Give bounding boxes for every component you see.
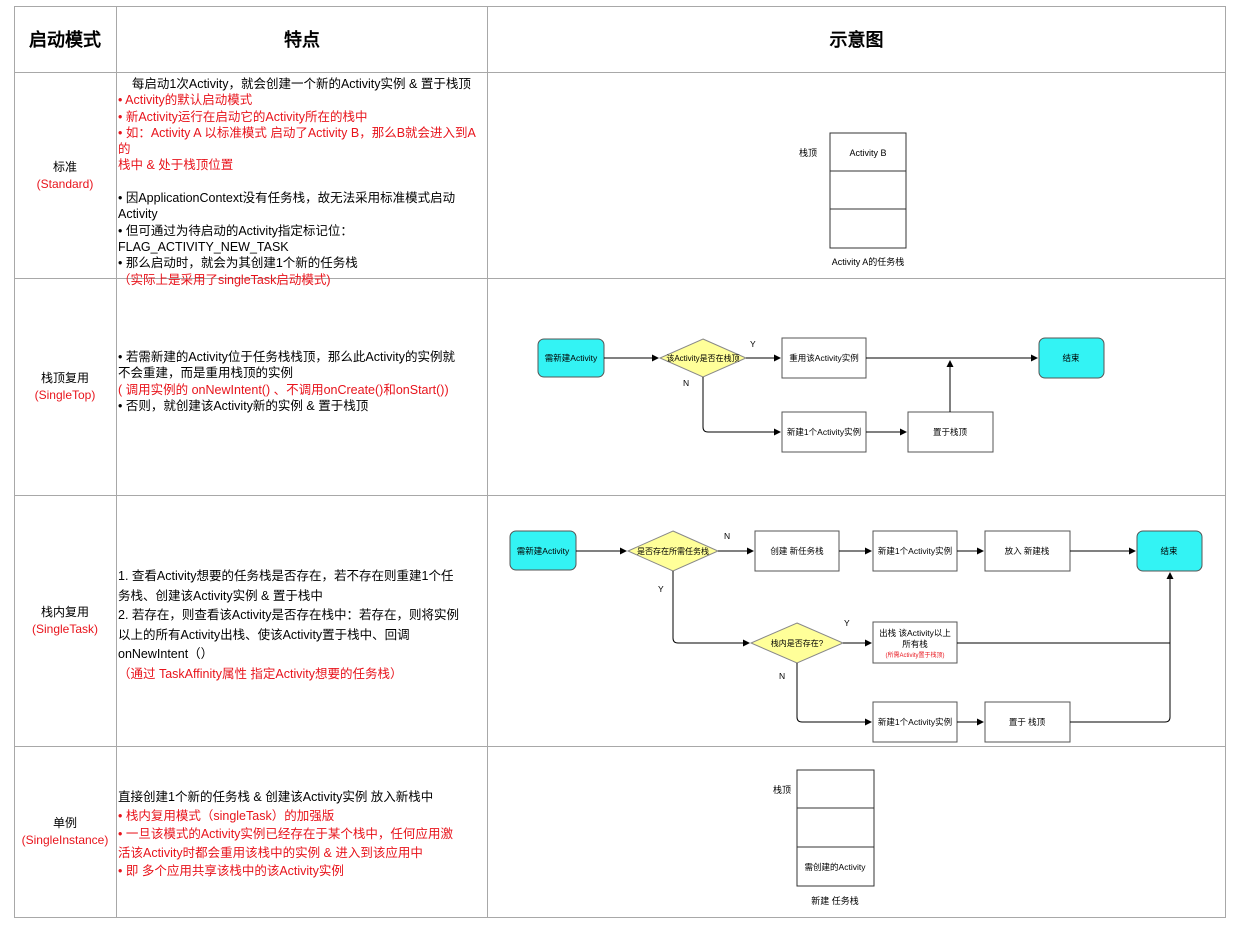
start-label: 需新建Activity (545, 353, 598, 363)
pop-label-1: 出栈 该Activity以上 (879, 628, 951, 638)
header-diagram: 示意图 (829, 30, 884, 50)
mode-name: 栈顶复用 (40, 371, 89, 385)
stack-slot-top (796, 769, 875, 809)
stack-caption: Activity A的任务栈 (832, 256, 905, 267)
launch-mode-table: 启动模式 特点 示意图 标准 (Standard) 栈顶复用 (SingleTo… (14, 6, 1226, 918)
diagram-singletop: 需新建Activity 该Activity是否在栈顶 重用该Activity实例… (537, 337, 1105, 453)
pop-label-2: 所有栈 (902, 639, 928, 649)
feature-line: （实际上是采用了singleTask启动模式) (118, 272, 331, 287)
stack-slot-bottom (829, 208, 907, 249)
arrow-decision-create (702, 377, 781, 436)
header-mode: 启动模式 (29, 30, 101, 50)
mode-english: (SingleInstance) (21, 833, 109, 847)
no-label: N (683, 378, 689, 388)
feature-line: 栈中 & 处于栈顶位置 (118, 158, 234, 173)
decision1-label: 是否存在所需任务栈 (637, 546, 709, 556)
feature-line: • 否则，就创建该Activity新的实例 & 置于栈顶 (118, 398, 369, 413)
feature-singletop: • 若需新建的Activity位于任务栈栈顶，那么此Activity的实例就 不会… (118, 349, 486, 414)
activity-b-label: Activity B (849, 148, 886, 158)
place-label: 置于栈顶 (933, 427, 968, 437)
header-feature: 特点 (284, 30, 320, 50)
arrow-d1-d2 (672, 571, 750, 647)
arrow-place-end (1070, 572, 1174, 723)
feature-line: • 如：Activity A 以标准模式 启动了Activity B，那么B就会… (118, 125, 476, 157)
feature-line: 不会重建，而是重用栈顶的实例 (118, 366, 294, 381)
create-label: 新建1个Activity实例 (787, 427, 861, 437)
feature-line: 每启动1次Activity，就会创建一个新的Activity实例 & 置于栈顶 (118, 77, 471, 91)
feature-line: • 新Activity运行在启动它的Activity所在的栈中 (118, 109, 368, 124)
yes-label: Y (750, 339, 756, 349)
mode-cell-singleinstance: 单例 (SingleInstance) (14, 747, 116, 917)
feature-standard: 每启动1次Activity，就会创建一个新的Activity实例 & 置于栈顶 •… (118, 76, 486, 288)
mode-name: 栈内复用 (40, 605, 89, 619)
feature-line: • Activity的默认启动模式 (118, 93, 253, 108)
feature-line: • 即 多个应用共享该栈中的该Activity实例 (118, 864, 344, 878)
place-top-label: 置于 栈顶 (1009, 717, 1046, 727)
mode-english: (SingleTop) (34, 388, 96, 402)
decision2-label: 栈内是否存在? (771, 638, 824, 648)
end-label: 结束 (1062, 353, 1080, 363)
decision-label: 该Activity是否在栈顶 (666, 353, 739, 363)
mode-cell-singletop: 栈顶复用 (SingleTop) (14, 279, 116, 495)
feature-line: • 因ApplicationContext没有任务栈，故无法采用标准模式启动 (118, 191, 456, 206)
yes-label-2: Y (844, 618, 850, 628)
diagram-standard: 栈顶 Activity B Activity A的任务栈 (799, 132, 907, 267)
feature-line: 直接创建1个新的任务栈 & 创建该Activity实例 放入新栈中 (118, 790, 434, 804)
feature-line: FLAG_ACTIVITY_NEW_TASK (118, 239, 289, 254)
feature-line: 以上的所有Activity出栈、使该Activity置于栈中、回调 (118, 627, 410, 642)
stack-top-label: 栈顶 (773, 784, 791, 795)
feature-line: 务栈、创建该Activity实例 & 置于栈中 (118, 588, 323, 603)
feature-line: • 一旦该模式的Activity实例已经存在于某个栈中，任何应用激 (118, 827, 453, 841)
diagram-singletask: 需新建Activity 是否存在所需任务栈 创建 新任务栈 新建1个Activi… (509, 530, 1203, 743)
feature-line: ( 调用实例的 onNewIntent() 、不调用onCreate()和onS… (118, 382, 449, 397)
create-stack-label: 创建 新任务栈 (770, 546, 824, 556)
mode-cell-singletask: 栈内复用 (SingleTask) (14, 496, 116, 746)
reuse-label: 重用该Activity实例 (789, 353, 858, 363)
feature-line: Activity (118, 207, 158, 222)
no-label-1: N (724, 531, 730, 541)
feature-line: • 那么启动时，就会为其创建1个新的任务栈 (118, 256, 358, 271)
end-label: 结束 (1160, 546, 1178, 556)
stack-slot-middle (796, 807, 875, 848)
mode-english: (SingleTask) (31, 622, 99, 636)
no-label-2: N (779, 671, 785, 681)
stack-caption: 新建 任务栈 (811, 895, 859, 906)
feature-line: 1. 查看Activity想要的任务栈是否存在，若不存在则重建1个任 (118, 569, 454, 583)
mode-english: (Standard) (36, 176, 94, 191)
yes-label-1: Y (658, 584, 664, 594)
mode-name: 单例 (52, 816, 77, 830)
feature-line: （通过 TaskAffinity属性 指定Activity想要的任务栈） (118, 666, 403, 681)
pop-note: (所需Activity置于栈顶) (886, 651, 945, 659)
feature-line: 2. 若存在，则查看该Activity是否存在栈中：若存在，则将实例 (118, 608, 459, 622)
feature-line: 活该Activity时都会重用该栈中的实例 & 进入到该应用中 (118, 845, 423, 860)
feature-singletask: 1. 查看Activity想要的任务栈是否存在，若不存在则重建1个任 务栈、创建该… (118, 567, 486, 684)
new-instance-label: 新建1个Activity实例 (878, 546, 952, 556)
stack-top-label: 栈顶 (799, 147, 817, 158)
feature-singleinstance: 直接创建1个新的任务栈 & 创建该Activity实例 放入新栈中 • 栈内复用模… (118, 788, 486, 881)
diagram-singleinstance: 栈顶 需创建的Activity 新建 任务栈 (773, 769, 875, 906)
feature-line: onNewIntent（） (118, 647, 214, 661)
feature-line (118, 174, 486, 190)
feature-line: • 若需新建的Activity位于任务栈栈顶，那么此Activity的实例就 (118, 350, 456, 364)
feature-line: • 栈内复用模式（singleTask）的加强版 (118, 808, 335, 823)
mode-name: 标准 (52, 159, 77, 174)
new-activity-label: 需创建的Activity (805, 862, 867, 872)
arrow-d2-new2 (796, 663, 872, 726)
feature-line: • 但可通过为待启动的Activity指定标记位： (118, 223, 353, 238)
mode-cell-standard: 标准 (Standard) (14, 73, 116, 278)
stack-slot-middle (829, 170, 907, 210)
start-label: 需新建Activity (517, 546, 570, 556)
put-stack-label: 放入 新建栈 (1005, 546, 1050, 556)
new-instance2-label: 新建1个Activity实例 (878, 717, 952, 727)
